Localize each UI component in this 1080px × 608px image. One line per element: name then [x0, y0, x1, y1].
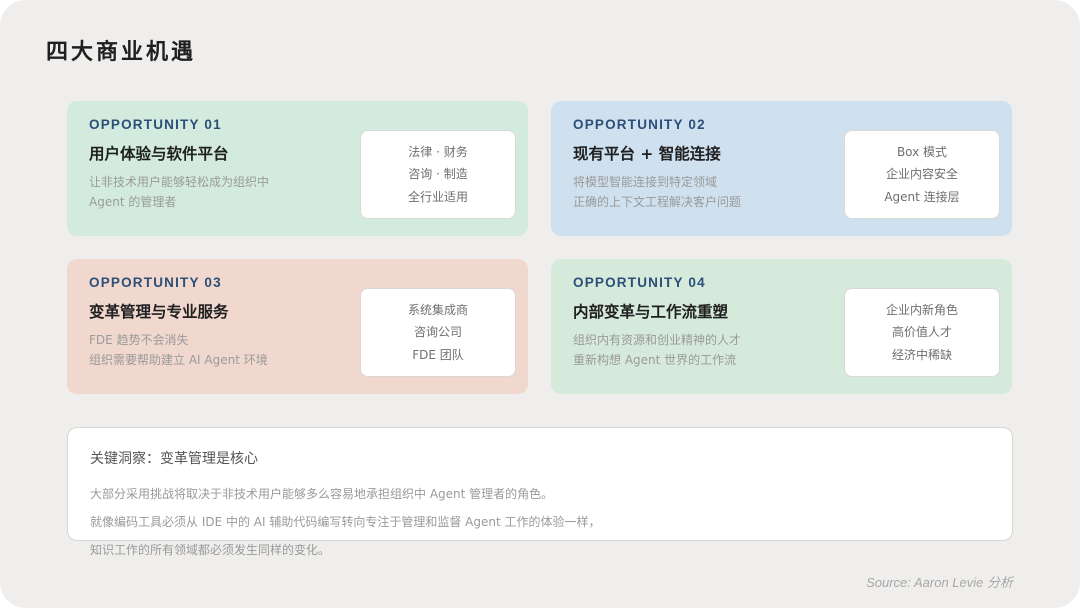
- card-tag: OPPORTUNITY 03: [89, 275, 222, 290]
- card-heading: 现有平台 + 智能连接: [573, 145, 721, 163]
- card-tag: OPPORTUNITY 04: [573, 275, 706, 290]
- card-description-line: 组织内有资源和创业精神的人才: [573, 333, 742, 347]
- card-tags-box: 系统集成商 咨询公司 FDE 团队: [360, 288, 516, 377]
- card-description: 组织内有资源和创业精神的人才 重新构想 Agent 世界的工作流: [573, 331, 813, 370]
- card-tag: OPPORTUNITY 01: [89, 117, 222, 132]
- card-description-line: 将模型智能连接到特定领域: [573, 175, 718, 189]
- opportunity-card-1: OPPORTUNITY 01 用户体验与软件平台 让非技术用户能够轻松成为组织中…: [67, 101, 528, 236]
- card-tag-item: 高价值人才: [891, 325, 952, 340]
- card-description-line: 重新构想 Agent 世界的工作流: [573, 352, 737, 367]
- card-description-line: FDE 趋势不会消失: [89, 333, 189, 347]
- card-heading: 变革管理与专业服务: [89, 303, 229, 321]
- card-tag-item: 经济中稀缺: [891, 347, 952, 362]
- card-tag-item: 咨询公司: [413, 325, 462, 340]
- insight-line: 大部分采用挑战将取决于非技术用户能够多么容易地承担组织中 Agent 管理者的角…: [90, 487, 554, 501]
- key-insight-box: 关键洞察：变革管理是核心 大部分采用挑战将取决于非技术用户能够多么容易地承担组织…: [67, 427, 1013, 557]
- card-tag-item: FDE 团队: [412, 347, 464, 362]
- slide: 四大商业机遇 OPPORTUNITY 01 用户体验与软件平台 让非技术用户能够…: [0, 0, 1080, 608]
- opportunity-card-4: OPPORTUNITY 04 内部变革与工作流重塑 组织内有资源和创业精神的人才…: [551, 259, 1012, 394]
- card-description-line: 组织需要帮助建立 AI Agent 环境: [89, 352, 268, 367]
- opportunity-card-2: OPPORTUNITY 02 现有平台 + 智能连接 将模型智能连接到特定领域 …: [551, 101, 1012, 236]
- opportunity-card-3: OPPORTUNITY 03 变革管理与专业服务 FDE 趋势不会消失 组织需要…: [67, 259, 528, 394]
- card-description: FDE 趋势不会消失 组织需要帮助建立 AI Agent 环境: [89, 331, 329, 370]
- card-description: 将模型智能连接到特定领域 正确的上下文工程解决客户问题: [573, 173, 813, 212]
- card-tag-item: 咨询 · 制造: [408, 167, 468, 182]
- card-tag-item: Box 模式: [896, 144, 948, 159]
- card-tag-item: 企业内新角色: [885, 302, 958, 317]
- card-heading: 用户体验与软件平台: [89, 145, 229, 163]
- insight-line: 知识工作的所有领域都必须发生同样的变化。: [90, 543, 331, 557]
- card-heading: 内部变革与工作流重塑: [573, 303, 729, 321]
- card-description: 让非技术用户能够轻松成为组织中 Agent 的管理者: [89, 173, 329, 212]
- card-description-line: 正确的上下文工程解决客户问题: [573, 194, 742, 209]
- card-tag-item: 系统集成商: [407, 302, 468, 317]
- source-note: Source: Aaron Levie 分析: [866, 575, 1013, 590]
- card-tag-item: Agent 连接层: [884, 189, 960, 204]
- card-tags-box: Box 模式 企业内容安全 Agent 连接层: [844, 130, 1000, 219]
- card-tag: OPPORTUNITY 02: [573, 117, 706, 132]
- card-tag-item: 企业内容安全: [885, 167, 958, 182]
- insight-line: 就像编码工具必须从 IDE 中的 AI 辅助代码编写转向专注于管理和监督 Age…: [90, 515, 601, 529]
- card-description-line: 让非技术用户能够轻松成为组织中: [89, 175, 270, 189]
- card-tag-item: 法律 · 财务: [408, 144, 468, 159]
- card-tags-box: 法律 · 财务 咨询 · 制造 全行业适用: [360, 130, 516, 219]
- card-tags-box: 企业内新角色 高价值人才 经济中稀缺: [844, 288, 1000, 377]
- card-description-line: Agent 的管理者: [89, 194, 177, 209]
- card-tag-item: 全行业适用: [407, 189, 468, 204]
- insight-title: 关键洞察：变革管理是核心: [90, 451, 258, 467]
- page-title: 四大商业机遇: [46, 40, 197, 65]
